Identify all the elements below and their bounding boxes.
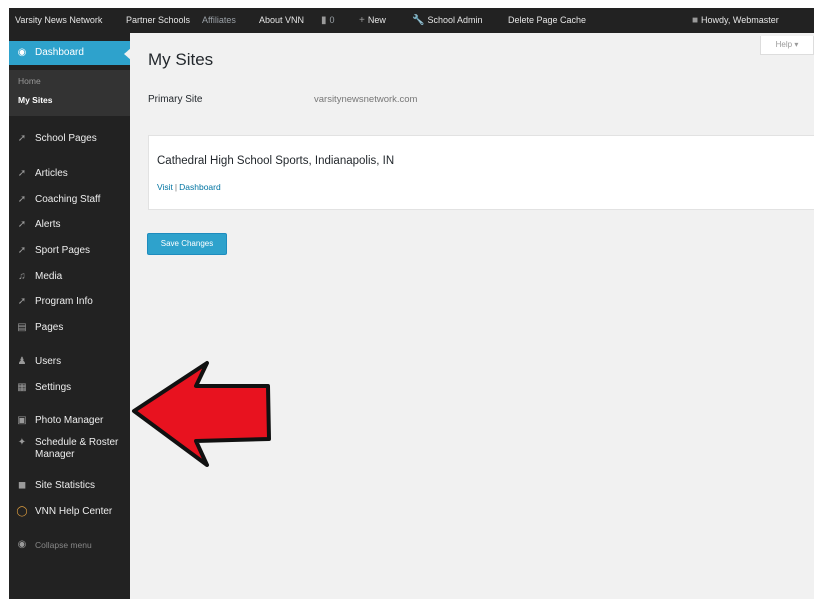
user-icon: ♟: [17, 356, 27, 367]
pin-icon: ➚: [17, 219, 27, 230]
sidebar-item-coaching-staff[interactable]: ➚ Coaching Staff: [9, 188, 130, 212]
pin-icon: ➚: [17, 133, 27, 144]
puzzle-icon: ✦: [17, 437, 27, 448]
lifebuoy-icon: ◯: [16, 506, 28, 517]
sidebar-item-dashboard[interactable]: ◉ Dashboard: [9, 41, 131, 65]
page-title: My Sites: [148, 50, 214, 69]
adminbar-comments[interactable]: ▮ 0: [321, 8, 335, 33]
sidebar-item-sport-pages[interactable]: ➚ Sport Pages: [9, 239, 130, 263]
sidebar-item-alerts[interactable]: ➚ Alerts: [9, 213, 130, 237]
dashboard-icon: ◉: [17, 47, 27, 58]
sidebar-item-photo-manager[interactable]: ▣ Photo Manager: [9, 409, 130, 433]
wrench-icon: 🔧: [412, 15, 425, 26]
sidebar-item-site-statistics[interactable]: ◼ Site Statistics: [9, 474, 130, 498]
adminbar-about-vnn[interactable]: About VNN: [259, 8, 304, 33]
admin-sidebar: ◉ Dashboard Home My Sites ➚ School Pages …: [9, 33, 131, 599]
page-icon: ▤: [17, 322, 27, 333]
pin-icon: ➚: [17, 296, 27, 307]
submenu-home[interactable]: Home: [18, 76, 41, 86]
help-tab[interactable]: Help ▾: [760, 36, 814, 55]
sidebar-item-articles[interactable]: ➚ Articles: [9, 162, 130, 186]
adminbar-partner-schools[interactable]: Partner Schools: [126, 8, 190, 33]
sidebar-item-vnn-help-center[interactable]: ◯ VNN Help Center: [9, 500, 130, 524]
adminbar-site-link[interactable]: Varsity News Network: [15, 8, 102, 33]
sidebar-item-school-pages[interactable]: ➚ School Pages: [9, 127, 130, 151]
app-frame: Varsity News Network Partner Schools Aff…: [9, 8, 814, 599]
stats-icon: ◼: [17, 480, 27, 491]
adminbar-affiliates[interactable]: Affiliates: [202, 8, 236, 33]
media-icon: ♫: [18, 271, 26, 282]
avatar-icon: ■: [692, 15, 699, 26]
photo-icon: ▣: [17, 415, 27, 426]
collapse-icon: ◉: [17, 539, 27, 550]
settings-icon: ▦: [17, 382, 27, 393]
adminbar-new[interactable]: + New: [359, 8, 386, 33]
adminbar-delete-cache[interactable]: Delete Page Cache: [508, 8, 586, 33]
current-indicator: [124, 48, 131, 60]
collapse-menu[interactable]: ◉ Collapse menu: [9, 533, 130, 557]
dashboard-link[interactable]: Dashboard: [179, 182, 221, 192]
sidebar-item-schedule-roster[interactable]: ✦ Schedule & Roster Manager: [9, 431, 130, 467]
arrow-shape: [132, 361, 271, 467]
pin-icon: ➚: [17, 245, 27, 256]
comment-icon: ▮: [321, 15, 327, 26]
adminbar-howdy[interactable]: ■ Howdy, Webmaster: [692, 8, 779, 33]
sidebar-item-media[interactable]: ♫ Media: [9, 265, 130, 289]
save-changes-button[interactable]: Save Changes: [147, 233, 227, 255]
dashboard-submenu: Home My Sites: [9, 70, 130, 116]
sidebar-item-pages[interactable]: ▤ Pages: [9, 316, 130, 340]
submenu-my-sites[interactable]: My Sites: [18, 95, 53, 105]
pin-icon: ➚: [17, 168, 27, 179]
sidebar-item-users[interactable]: ♟ Users: [9, 350, 130, 374]
plus-icon: +: [359, 15, 365, 26]
red-arrow-annotation: [132, 361, 271, 467]
link-separator: |: [174, 182, 178, 192]
site-name: Cathedral High School Sports, Indianapol…: [157, 155, 395, 167]
visit-link[interactable]: Visit: [157, 182, 173, 192]
site-card: Cathedral High School Sports, Indianapol…: [148, 135, 814, 210]
chevron-down-icon: ▾: [794, 40, 799, 49]
primary-site-label: Primary Site: [148, 94, 203, 105]
adminbar-school-admin[interactable]: 🔧 School Admin: [412, 8, 483, 33]
pin-icon: ➚: [17, 194, 27, 205]
site-links: Visit | Dashboard: [157, 182, 221, 192]
sidebar-item-program-info[interactable]: ➚ Program Info: [9, 290, 130, 314]
primary-site-value[interactable]: varsitynewsnetwork.com: [314, 94, 417, 105]
admin-bar: Varsity News Network Partner Schools Aff…: [9, 8, 814, 33]
sidebar-item-settings[interactable]: ▦ Settings: [9, 376, 130, 400]
